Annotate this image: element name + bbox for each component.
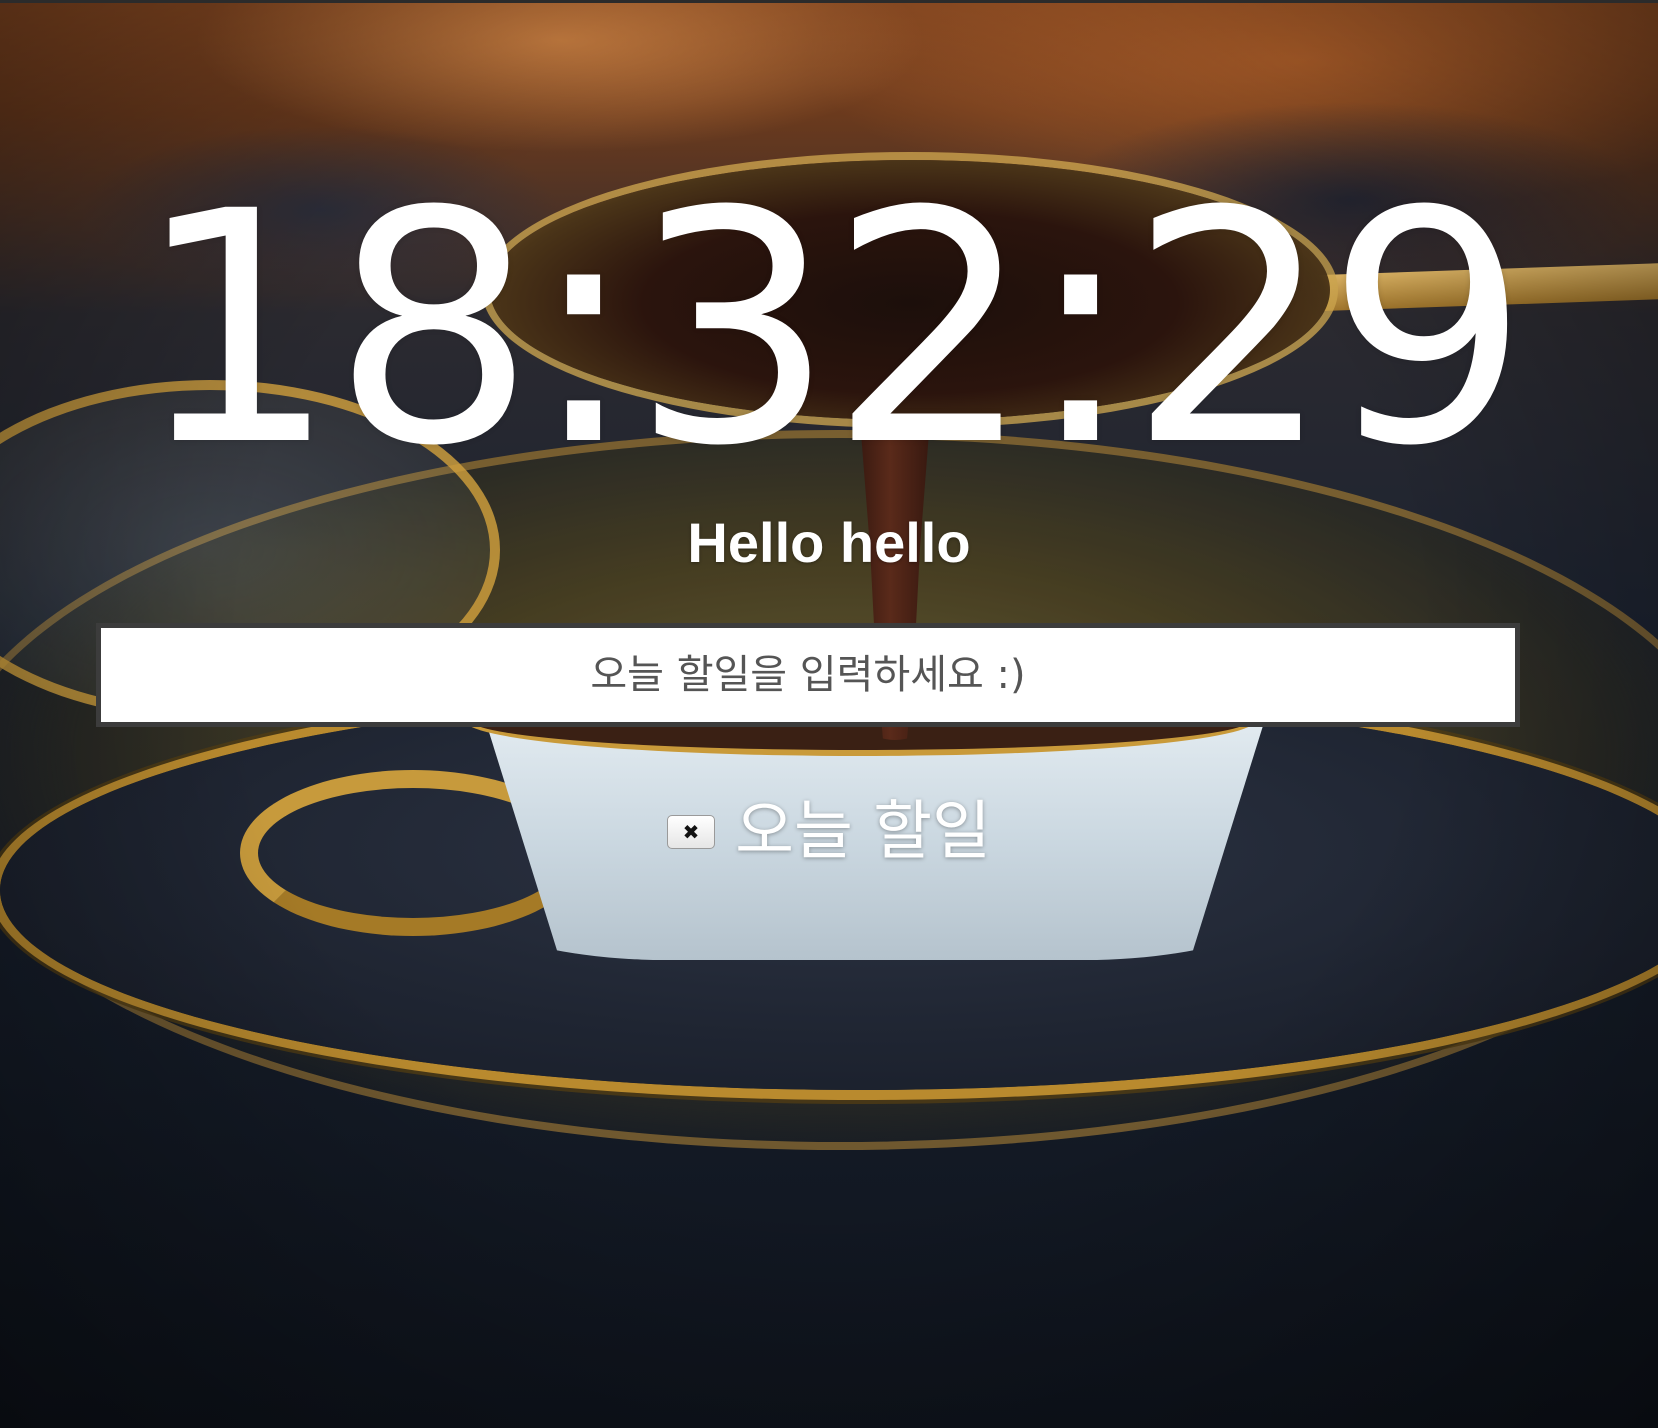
window-top-border	[0, 0, 1658, 3]
close-icon: ✖	[682, 820, 700, 844]
todo-text: 오늘 할일	[735, 795, 991, 869]
delete-button[interactable]: ✖	[667, 815, 716, 849]
todo-form	[96, 623, 1520, 727]
greeting: Hello hello	[687, 511, 971, 574]
todo-input[interactable]	[96, 623, 1520, 727]
todo-list: ✖ 오늘 할일	[0, 800, 1658, 864]
list-item: ✖ 오늘 할일	[667, 800, 991, 864]
clock: 18:32:29	[134, 144, 1529, 516]
